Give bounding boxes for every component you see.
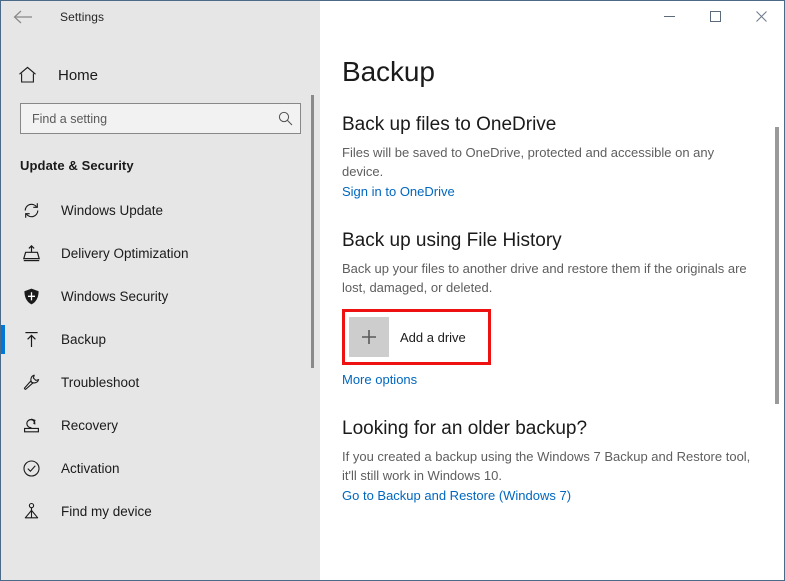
sidebar-item-troubleshoot[interactable]: Troubleshoot — [1, 361, 320, 404]
sidebar-nav-list: Windows Update Delivery Optimization Win… — [1, 189, 320, 533]
close-button[interactable] — [738, 1, 784, 31]
more-options-link[interactable]: More options — [342, 372, 417, 387]
sidebar-item-label: Troubleshoot — [61, 375, 140, 390]
section-file-history: Back up using File History Back up your … — [342, 230, 784, 390]
sidebar-item-label: Windows Update — [61, 203, 164, 218]
minimize-button[interactable] — [646, 1, 692, 31]
window-title: Settings — [60, 10, 105, 24]
delivery-icon — [20, 243, 42, 265]
sidebar-item-recovery[interactable]: Recovery — [1, 404, 320, 447]
sidebar-item-label: Delivery Optimization — [61, 246, 189, 261]
search-icon[interactable] — [270, 111, 300, 126]
sidebar-item-label: Recovery — [61, 418, 119, 433]
sign-in-to-onedrive-link[interactable]: Sign in to OneDrive — [342, 184, 455, 199]
maximize-icon — [709, 10, 721, 22]
section-description: If you created a backup using the Window… — [342, 449, 751, 484]
sidebar-item-activation[interactable]: Activation — [1, 447, 320, 490]
window-controls — [320, 1, 784, 33]
section-heading: Back up using File History — [342, 229, 562, 251]
sidebar-item-delivery-optimization[interactable]: Delivery Optimization — [1, 232, 320, 275]
shield-icon — [20, 286, 42, 308]
go-to-backup-and-restore-link[interactable]: Go to Backup and Restore (Windows 7) — [342, 488, 571, 503]
sidebar: Home Update & Security — [1, 33, 320, 580]
search-box[interactable] — [20, 103, 301, 134]
search-input[interactable] — [21, 104, 270, 133]
sidebar-item-windows-security[interactable]: Windows Security — [1, 275, 320, 318]
plus-icon — [349, 317, 389, 358]
section-older-backup: Looking for an older backup? If you crea… — [342, 418, 784, 505]
sidebar-item-home[interactable]: Home — [1, 56, 320, 94]
minimize-icon — [663, 11, 675, 22]
section-heading: Looking for an older backup? — [342, 418, 588, 440]
back-arrow-icon — [13, 10, 33, 24]
sidebar-item-label: Backup — [61, 332, 107, 347]
main-scrollbar[interactable] — [775, 127, 779, 404]
sidebar-item-label: Find my device — [61, 504, 152, 519]
sidebar-home-label: Home — [58, 66, 99, 84]
wrench-icon — [20, 372, 42, 394]
close-icon — [755, 10, 767, 22]
refresh-icon — [20, 200, 42, 222]
recovery-icon — [20, 415, 42, 437]
add-a-drive-button[interactable]: Add a drive — [349, 317, 466, 358]
title-bar-left: Settings — [1, 1, 320, 33]
check-circle-icon — [20, 458, 42, 480]
sidebar-item-windows-update[interactable]: Windows Update — [1, 189, 320, 232]
section-heading: Back up files to OneDrive — [342, 114, 557, 135]
section-description: Files will be saved to OneDrive, protect… — [342, 145, 715, 179]
sidebar-scrollbar[interactable] — [311, 95, 314, 368]
page-title: Backup — [342, 56, 435, 87]
section-onedrive: Back up files to OneDrive Files will be … — [342, 114, 784, 201]
find-device-icon — [20, 501, 42, 523]
sidebar-item-label: Windows Security — [61, 289, 169, 304]
sidebar-category-title: Update & Security — [20, 158, 134, 173]
sidebar-item-label: Activation — [61, 461, 120, 476]
main-content: Backup Back up files to OneDrive Files w… — [320, 33, 784, 580]
maximize-button[interactable] — [692, 1, 738, 31]
sidebar-item-find-my-device[interactable]: Find my device — [1, 490, 320, 533]
settings-window: Settings Home Find a setting Update & Se… — [0, 0, 785, 581]
sidebar-item-backup[interactable]: Backup — [1, 318, 320, 361]
add-drive-highlight: Add a drive — [342, 309, 491, 366]
upload-arrow-icon — [20, 329, 42, 351]
add-a-drive-label: Add a drive — [400, 329, 466, 345]
window-body: Home Update & Security — [1, 33, 784, 580]
section-description: Back up your files to another drive and … — [342, 260, 747, 295]
title-bar: Settings — [1, 1, 784, 33]
more-options-wrap: More options — [342, 370, 784, 389]
back-button[interactable] — [1, 1, 45, 33]
home-icon — [18, 66, 42, 84]
